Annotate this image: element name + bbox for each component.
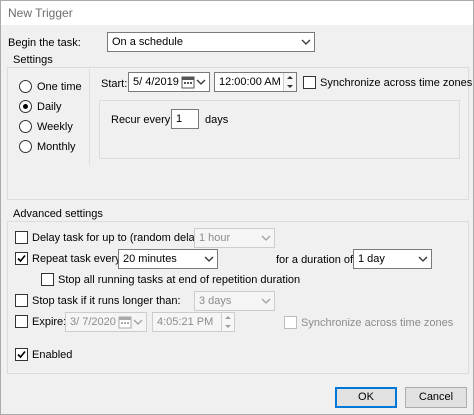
- calendar-icon[interactable]: [181, 75, 195, 89]
- time-spinner[interactable]: [221, 313, 234, 331]
- check-icon: [17, 254, 26, 263]
- advanced-settings-label: Advanced settings: [13, 208, 103, 220]
- check-icon: [17, 350, 26, 359]
- repeat-interval-dropdown[interactable]: 20 minutes: [118, 249, 218, 269]
- settings-divider: [89, 69, 90, 165]
- radio-one-time-label: One time: [37, 81, 82, 93]
- radio-daily-label: Daily: [37, 101, 62, 113]
- spin-up-icon[interactable]: [222, 313, 234, 322]
- enabled-label: Enabled: [32, 349, 73, 361]
- duration-dropdown[interactable]: 1 day: [353, 249, 432, 269]
- window-title: New Trigger: [8, 6, 73, 20]
- start-time-stepper[interactable]: 12:00:00 AM: [214, 72, 297, 92]
- begin-task-label: Begin the task:: [8, 37, 81, 49]
- expire-checkbox[interactable]: [15, 315, 28, 328]
- chevron-down-icon: [418, 256, 428, 262]
- expire-label: Expire:: [32, 316, 67, 328]
- cancel-button[interactable]: Cancel: [405, 387, 467, 408]
- new-trigger-dialog: New Trigger Begin the task: On a schedul…: [0, 0, 474, 415]
- start-time-value: 12:00:00 AM: [219, 76, 281, 88]
- expire-sync-timezones-checkbox[interactable]: [284, 316, 297, 329]
- settings-label: Settings: [13, 54, 53, 66]
- start-label: Start:: [101, 78, 128, 90]
- expire-date-picker[interactable]: 3/ 7/2020: [65, 312, 147, 332]
- sync-timezones-label: Synchronize across time zones: [320, 77, 473, 89]
- delay-task-dropdown[interactable]: 1 hour: [194, 228, 275, 248]
- time-spinner[interactable]: [283, 73, 296, 91]
- recur-every-input[interactable]: 1: [171, 109, 199, 129]
- radio-monthly-label: Monthly: [37, 141, 76, 153]
- radio-weekly[interactable]: [19, 120, 32, 133]
- radio-selected-dot: [23, 104, 28, 109]
- stop-longer-checkbox[interactable]: [15, 294, 28, 307]
- spin-down-icon[interactable]: [222, 322, 234, 331]
- stop-running-tasks-label: Stop all running tasks at end of repetit…: [58, 274, 301, 286]
- spin-down-icon[interactable]: [284, 82, 296, 91]
- chevron-down-icon: [204, 256, 214, 262]
- title-bar[interactable]: New Trigger: [1, 1, 473, 25]
- repeat-task-checkbox[interactable]: [15, 252, 28, 265]
- recur-every-value: 1: [176, 113, 183, 125]
- sync-timezones-checkbox[interactable]: [303, 76, 316, 89]
- delay-task-value: 1 hour: [199, 232, 231, 244]
- chevron-down-icon: [261, 298, 271, 304]
- chevron-down-icon: [301, 39, 311, 45]
- radio-weekly-label: Weekly: [37, 121, 73, 133]
- enabled-checkbox[interactable]: [15, 348, 28, 361]
- expire-sync-timezones-label: Synchronize across time zones: [301, 317, 454, 329]
- radio-one-time[interactable]: [19, 80, 32, 93]
- stop-longer-label: Stop task if it runs longer than:: [32, 295, 181, 307]
- radio-daily[interactable]: [19, 100, 32, 113]
- ok-button[interactable]: OK: [335, 387, 397, 408]
- begin-task-dropdown[interactable]: On a schedule: [107, 32, 315, 52]
- stop-longer-value: 3 days: [199, 295, 232, 307]
- start-date-picker[interactable]: 5/ 4/2019: [128, 72, 210, 92]
- start-date-value: 5/ 4/2019: [133, 76, 179, 88]
- duration-label: for a duration of:: [276, 254, 357, 266]
- duration-value: 1 day: [358, 253, 385, 265]
- repeat-task-label: Repeat task every:: [32, 253, 124, 265]
- recur-group: [99, 100, 460, 159]
- recur-unit-label: days: [205, 114, 229, 126]
- begin-task-value: On a schedule: [112, 36, 183, 48]
- stop-running-tasks-checkbox[interactable]: [41, 273, 54, 286]
- stop-longer-dropdown[interactable]: 3 days: [194, 291, 275, 311]
- delay-task-checkbox[interactable]: [15, 231, 28, 244]
- chevron-down-icon[interactable]: [133, 317, 143, 327]
- recur-every-label: Recur every:: [111, 114, 174, 126]
- spin-up-icon[interactable]: [284, 73, 296, 82]
- chevron-down-icon[interactable]: [196, 77, 206, 87]
- radio-monthly[interactable]: [19, 140, 32, 153]
- expire-date-value: 3/ 7/2020: [70, 316, 116, 328]
- expire-time-value: 4:05:21 PM: [157, 316, 214, 328]
- expire-time-stepper[interactable]: 4:05:21 PM: [152, 312, 235, 332]
- chevron-down-icon: [261, 235, 271, 241]
- delay-task-label: Delay task for up to (random delay):: [32, 232, 207, 244]
- repeat-interval-value: 20 minutes: [123, 253, 177, 265]
- calendar-icon[interactable]: [118, 315, 132, 329]
